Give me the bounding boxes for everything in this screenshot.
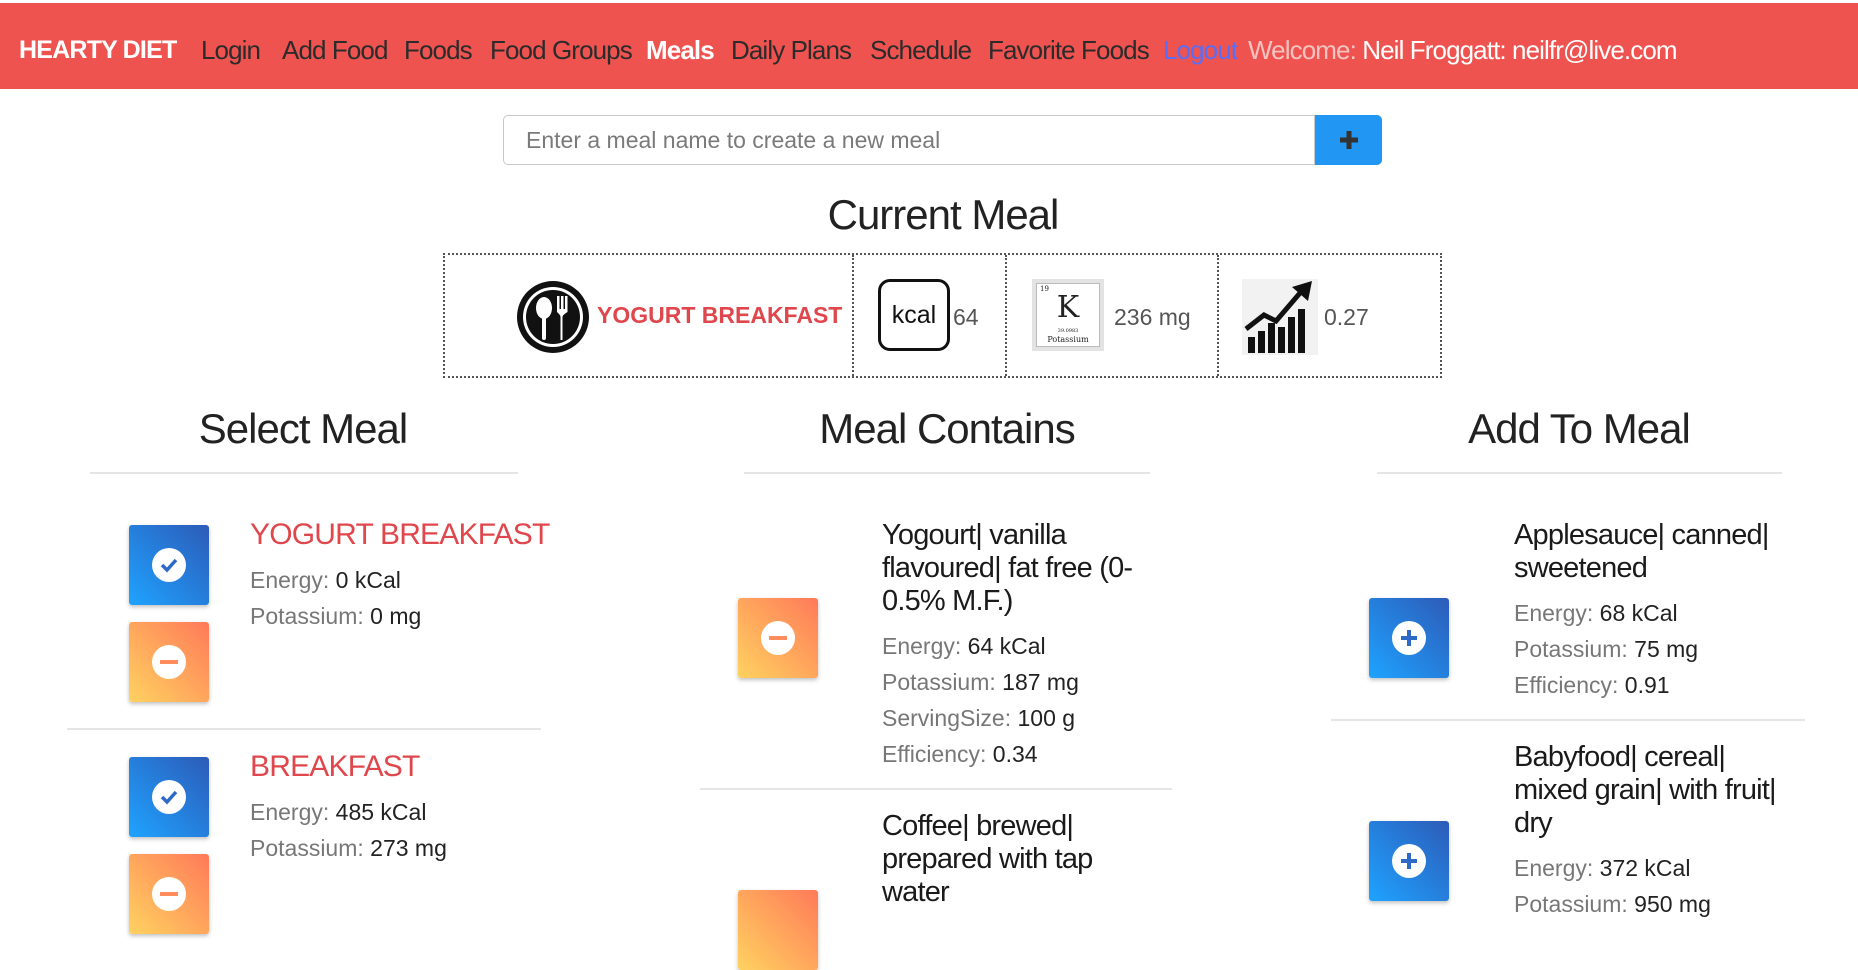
top-navbar: HEARTY DIET Login Add Food Foods Food Gr… — [0, 3, 1858, 89]
current-meal-title: Current Meal — [827, 191, 1060, 238]
food-energy: Energy: 372 kCal — [1514, 855, 1691, 881]
food-potassium: Potassium: 187 mg — [882, 669, 1079, 695]
add-to-meal-title: Add To Meal — [1468, 405, 1691, 452]
food-energy: Energy: 64 kCal — [882, 633, 1046, 659]
user-info: Neil Froggatt: neilfr@live.com — [1362, 35, 1677, 65]
list-divider — [700, 788, 1172, 790]
welcome-label: Welcome: — [1248, 35, 1357, 65]
nav-meals[interactable]: Meals — [646, 36, 715, 64]
meal-potassium: Potassium: 0 mg — [250, 603, 422, 629]
brand-logo[interactable]: HEARTY DIET — [19, 36, 177, 64]
new-meal-form — [503, 115, 1382, 165]
welcome-text: Welcome: Neil Froggatt: neilfr@live.com — [1248, 35, 1678, 65]
add-food-button[interactable] — [1369, 821, 1449, 901]
efficiency-chart-icon — [1242, 279, 1318, 355]
food-name: Yogourt| vanilla flavoured| fat free (0-… — [882, 519, 1133, 617]
meal-name-input[interactable] — [503, 115, 1315, 165]
potassium-icon: 19 K 39.0983 Potassium — [1032, 279, 1104, 351]
minus-icon — [152, 877, 186, 911]
meal-contains-title: Meal Contains — [819, 405, 1075, 452]
nav-daily-plans[interactable]: Daily Plans — [731, 36, 852, 64]
current-meal-energy-cell: kcal 64 — [854, 255, 1007, 376]
current-meal-efficiency-cell: 0.27 — [1219, 255, 1440, 376]
nav-login[interactable]: Login — [201, 36, 261, 64]
current-meal-name: YOGURT BREAKFAST — [597, 302, 843, 328]
minus-icon — [152, 645, 186, 679]
list-divider — [67, 728, 541, 730]
nav-food-groups[interactable]: Food Groups — [490, 36, 633, 64]
nav-favorite-foods[interactable]: Favorite Foods — [988, 36, 1150, 64]
create-meal-button[interactable] — [1315, 115, 1382, 165]
minus-icon — [761, 621, 795, 655]
food-name: Coffee| brewed| prepared with tap water — [882, 810, 1093, 908]
current-meal-name-cell: YOGURT BREAKFAST — [445, 255, 854, 376]
meal-name[interactable]: YOGURT BREAKFAST — [250, 518, 550, 552]
current-meal-potassium: 236 mg — [1114, 304, 1191, 330]
select-meal-divider — [90, 472, 518, 474]
select-meal-button[interactable] — [129, 757, 209, 837]
remove-food-button[interactable] — [738, 598, 818, 678]
list-divider — [1331, 719, 1805, 721]
food-potassium: Potassium: 75 mg — [1514, 636, 1699, 662]
add-to-meal-divider — [1377, 472, 1782, 474]
meal-name[interactable]: BREAKFAST — [250, 750, 420, 784]
current-meal-panel: YOGURT BREAKFAST kcal 64 19 K 39.0983 Po… — [443, 253, 1442, 378]
check-icon — [152, 548, 186, 582]
add-food-button[interactable] — [1369, 598, 1449, 678]
current-meal-potassium-cell: 19 K 39.0983 Potassium 236 mg — [1007, 255, 1219, 376]
food-energy: Energy: 68 kCal — [1514, 600, 1678, 626]
plus-icon — [1392, 844, 1426, 878]
food-name: Babyfood| cereal| mixed grain| with frui… — [1514, 741, 1777, 839]
meal-potassium: Potassium: 273 mg — [250, 835, 447, 861]
select-meal-title: Select Meal — [198, 405, 408, 452]
plus-icon — [1339, 131, 1358, 149]
delete-meal-button[interactable] — [129, 854, 209, 934]
remove-food-button[interactable] — [738, 890, 818, 970]
food-serving-size: ServingSize: 100 g — [882, 705, 1076, 731]
select-meal-button[interactable] — [129, 525, 209, 605]
food-name: Applesauce| canned| sweetened — [1514, 519, 1769, 584]
nav-logout[interactable]: Logout — [1163, 36, 1238, 64]
current-meal-efficiency: 0.27 — [1324, 304, 1369, 330]
check-icon — [152, 780, 186, 814]
nav-schedule[interactable]: Schedule — [870, 36, 972, 64]
meal-energy: Energy: 0 kCal — [250, 567, 401, 593]
meal-icon — [517, 281, 589, 353]
meal-contains-divider — [744, 472, 1150, 474]
plus-icon — [1392, 621, 1426, 655]
food-efficiency: Efficiency: 0.34 — [882, 741, 1038, 767]
food-potassium: Potassium: 950 mg — [1514, 891, 1711, 917]
current-meal-energy: 64 — [953, 304, 979, 330]
food-efficiency: Efficiency: 0.91 — [1514, 672, 1670, 698]
delete-meal-button[interactable] — [129, 622, 209, 702]
meal-energy: Energy: 485 kCal — [250, 799, 427, 825]
nav-add-food[interactable]: Add Food — [282, 36, 388, 64]
kcal-icon: kcal — [878, 279, 950, 351]
nav-foods[interactable]: Foods — [404, 36, 473, 64]
